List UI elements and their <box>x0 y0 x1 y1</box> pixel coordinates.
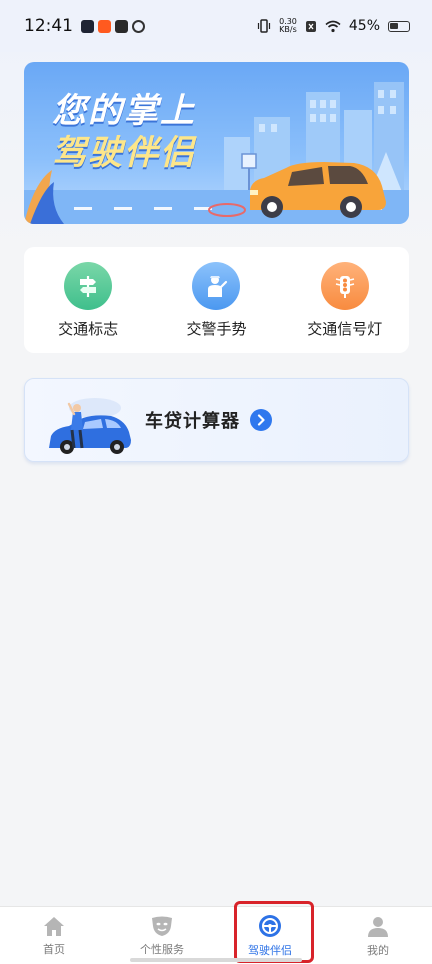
battery-percent: 45% <box>348 18 380 34</box>
user-icon <box>368 916 388 937</box>
car-loan-calculator-label: 车贷计算器 <box>145 411 240 432</box>
car-loan-illustration <box>25 378 145 462</box>
tab-label: 我的 <box>367 943 389 957</box>
message-app-icon <box>115 19 128 33</box>
quick-services-card: 交通标志 交警手势 交通信号灯 <box>24 247 409 353</box>
home-indicator[interactable] <box>130 958 302 962</box>
sim-icon <box>305 20 316 32</box>
home-icon <box>44 916 64 936</box>
service-label: 交通标志 <box>58 319 119 338</box>
banner-title-line2: 驾驶伴侣 <box>52 133 196 173</box>
network-speed-unit: KB/s <box>279 25 297 34</box>
tab-label: 首页 <box>43 942 65 956</box>
service-traffic-lights[interactable]: 交通信号灯 <box>290 261 400 339</box>
service-label: 交警手势 <box>186 319 247 338</box>
shopping-app-icon <box>98 19 111 33</box>
video-app-icon <box>81 19 94 33</box>
status-indicators: 0.30 KB/s 45% <box>257 18 410 34</box>
tab-driving-companion[interactable]: 驾驶伴侣 <box>216 907 324 964</box>
wifi-icon <box>325 20 341 32</box>
service-traffic-signs[interactable]: 交通标志 <box>33 261 143 339</box>
status-bar: 12:41 0.30 KB/s 45% <box>0 0 432 52</box>
tab-personal-services[interactable]: 个性服务 <box>108 907 216 964</box>
link-app-icon <box>132 19 145 33</box>
steering-wheel-icon <box>259 914 281 937</box>
traffic-police-icon <box>192 261 241 310</box>
tab-home[interactable]: 首页 <box>0 907 108 964</box>
service-traffic-police-gestures[interactable]: 交警手势 <box>161 261 271 339</box>
bottom-tab-bar: 首页 个性服务 驾驶伴侣 我的 <box>0 906 432 964</box>
tab-mine[interactable]: 我的 <box>324 907 432 964</box>
driving-companion-banner[interactable]: 您的掌上 驾驶伴侣 <box>24 62 409 224</box>
banner-title-line1: 您的掌上 <box>52 91 196 131</box>
car-loan-calculator-card[interactable]: 车贷计算器 <box>24 378 409 462</box>
banner-title: 您的掌上 驾驶伴侣 <box>52 90 196 174</box>
battery-icon <box>388 20 410 32</box>
signpost-icon <box>64 261 113 310</box>
status-app-icons <box>81 19 145 33</box>
traffic-light-icon <box>320 261 369 310</box>
service-label: 交通信号灯 <box>307 319 383 338</box>
network-speed: 0.30 KB/s <box>279 18 297 34</box>
vibrate-icon <box>257 19 271 33</box>
chevron-right-icon[interactable] <box>250 409 272 431</box>
mask-icon <box>152 916 172 936</box>
status-time: 12:41 <box>24 16 73 36</box>
tab-label: 个性服务 <box>140 942 184 956</box>
tab-label: 驾驶伴侣 <box>248 943 292 957</box>
